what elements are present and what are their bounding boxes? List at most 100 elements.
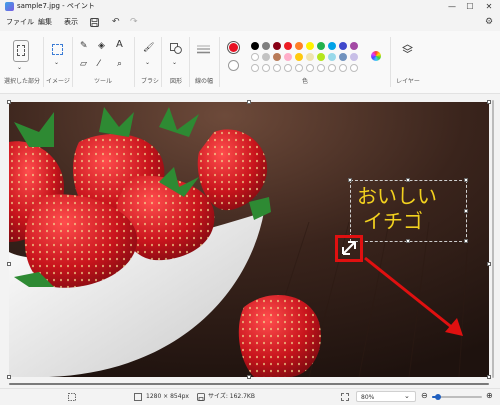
selection-handle[interactable]: [464, 239, 468, 243]
primary-color-button[interactable]: [227, 41, 240, 54]
eraser-icon[interactable]: ▱: [80, 59, 87, 69]
color-swatch[interactable]: [295, 42, 303, 50]
close-button[interactable]: ✕: [481, 1, 497, 13]
color-swatch[interactable]: [284, 53, 292, 61]
overlay-text-line-2[interactable]: イチゴ: [363, 209, 423, 233]
selection-dropdown-chevron-icon[interactable]: ⌄: [17, 63, 22, 73]
maximize-button[interactable]: ☐: [462, 1, 478, 13]
color-swatch[interactable]: [251, 53, 259, 61]
selection-tool-button[interactable]: [13, 40, 29, 62]
custom-color-slot[interactable]: [262, 64, 270, 72]
custom-color-slot[interactable]: [317, 64, 325, 72]
save-icon[interactable]: [90, 18, 99, 27]
canvas-resize-handle[interactable]: [247, 100, 251, 104]
shapes-dropdown-chevron-icon[interactable]: ⌄: [172, 58, 177, 68]
color-swatch[interactable]: [328, 53, 336, 61]
shapes-icon[interactable]: [170, 43, 182, 54]
edit-colors-wheel-icon[interactable]: [371, 51, 381, 61]
color-swatch[interactable]: [251, 42, 259, 50]
canvas-resize-handle[interactable]: [487, 100, 491, 104]
colors-group-label: 色: [301, 78, 308, 85]
color-swatch[interactable]: [317, 42, 325, 50]
ribbon-toolbar: ⌄ 選択した部分 ⌄ イメージ ✎ ◈ A ▱ ⁄ ⌕ ツール 🖌 ⌄ ブラシ …: [0, 31, 500, 94]
selection-rectangle-icon: [17, 45, 25, 56]
image-dropdown-chevron-icon[interactable]: ⌄: [54, 58, 59, 68]
horizontal-scrollbar[interactable]: [9, 383, 489, 385]
custom-color-slot[interactable]: [328, 64, 336, 72]
ribbon-separator: [219, 37, 220, 87]
color-swatch[interactable]: [306, 42, 314, 50]
color-swatch[interactable]: [262, 42, 270, 50]
layers-icon[interactable]: [402, 44, 413, 55]
minimize-button[interactable]: —: [444, 1, 460, 13]
zoom-slider-thumb[interactable]: [435, 394, 441, 400]
tools-group-label: ツール: [93, 78, 112, 85]
canvas-resize-handle[interactable]: [487, 375, 491, 379]
canvas-resize-handle[interactable]: [487, 262, 491, 266]
color-swatch[interactable]: [350, 42, 358, 50]
color-swatch[interactable]: [339, 53, 347, 61]
canvas-resize-handle[interactable]: [7, 100, 11, 104]
ribbon-separator: [390, 37, 391, 87]
custom-color-slot[interactable]: [284, 64, 292, 72]
color-swatch[interactable]: [295, 53, 303, 61]
vertical-scrollbar[interactable]: [492, 100, 494, 378]
color-swatch[interactable]: [262, 53, 270, 61]
brush-dropdown-chevron-icon[interactable]: ⌄: [145, 58, 150, 68]
custom-color-slot[interactable]: [350, 64, 358, 72]
selection-handle[interactable]: [348, 178, 352, 182]
fill-bucket-icon[interactable]: ◈: [98, 41, 105, 51]
overlay-text-line-1[interactable]: おいしい: [357, 184, 437, 208]
canvas-resize-handle[interactable]: [7, 375, 11, 379]
color-swatch[interactable]: [328, 42, 336, 50]
custom-color-slot[interactable]: [251, 64, 259, 72]
undo-icon[interactable]: ↶: [112, 17, 120, 28]
fit-to-window-icon[interactable]: [341, 393, 349, 401]
selection-handle[interactable]: [406, 239, 410, 243]
selection-handle[interactable]: [406, 178, 410, 182]
zoom-slider-track[interactable]: [432, 394, 482, 400]
zoom-in-icon[interactable]: ⊕: [486, 391, 493, 400]
menu-edit[interactable]: 編集: [38, 17, 52, 28]
color-swatch[interactable]: [317, 53, 325, 61]
text-tool-icon[interactable]: A: [116, 40, 123, 50]
secondary-color-button[interactable]: [228, 60, 239, 71]
select-group-label: 選択した部分: [4, 78, 41, 85]
image-crop-icon[interactable]: [52, 44, 63, 55]
selection-handle[interactable]: [464, 178, 468, 182]
redo-icon[interactable]: ↷: [130, 17, 138, 28]
brush-icon[interactable]: 🖌: [143, 43, 154, 53]
color-swatch[interactable]: [306, 53, 314, 61]
custom-color-slot[interactable]: [306, 64, 314, 72]
magnifier-icon[interactable]: ⌕: [117, 59, 122, 69]
settings-gear-icon[interactable]: ⚙: [485, 17, 493, 28]
canvas-resize-handle[interactable]: [247, 375, 251, 379]
color-swatch[interactable]: [284, 42, 292, 50]
canvas-resize-handle[interactable]: [7, 262, 11, 266]
color-swatch[interactable]: [273, 53, 281, 61]
zoom-select[interactable]: 80% ⌄: [356, 391, 416, 402]
layers-group-label: レイヤー: [396, 78, 420, 85]
custom-color-slot[interactable]: [295, 64, 303, 72]
line-width-icon[interactable]: [197, 44, 210, 54]
selection-handle[interactable]: [464, 209, 468, 213]
image-dimensions: 1280 × 854px: [146, 393, 189, 400]
ribbon-separator: [72, 37, 73, 87]
paint-app-icon: [5, 2, 14, 11]
menu-file[interactable]: ファイル: [6, 17, 34, 28]
menu-view[interactable]: 表示: [64, 17, 78, 28]
status-bar: 1280 × 854px サイズ: 162.7KB 80% ⌄ ⊖ ⊕: [0, 388, 500, 405]
color-swatch[interactable]: [339, 42, 347, 50]
window-title: sample7.jpg - ペイント: [17, 2, 95, 10]
title-bar: sample7.jpg - ペイント — ☐ ✕: [0, 0, 500, 14]
zoom-out-icon[interactable]: ⊖: [421, 391, 428, 400]
color-picker-icon[interactable]: ⁄: [98, 59, 100, 69]
file-size: サイズ: 162.7KB: [208, 393, 255, 400]
pencil-icon[interactable]: ✎: [80, 41, 88, 51]
custom-color-slot[interactable]: [339, 64, 347, 72]
custom-color-slot[interactable]: [273, 64, 281, 72]
color-swatch[interactable]: [273, 42, 281, 50]
color-swatch[interactable]: [350, 53, 358, 61]
strawberry-photo[interactable]: おいしい イチゴ: [9, 102, 489, 377]
text-selection-box[interactable]: おいしい イチゴ: [350, 180, 467, 242]
